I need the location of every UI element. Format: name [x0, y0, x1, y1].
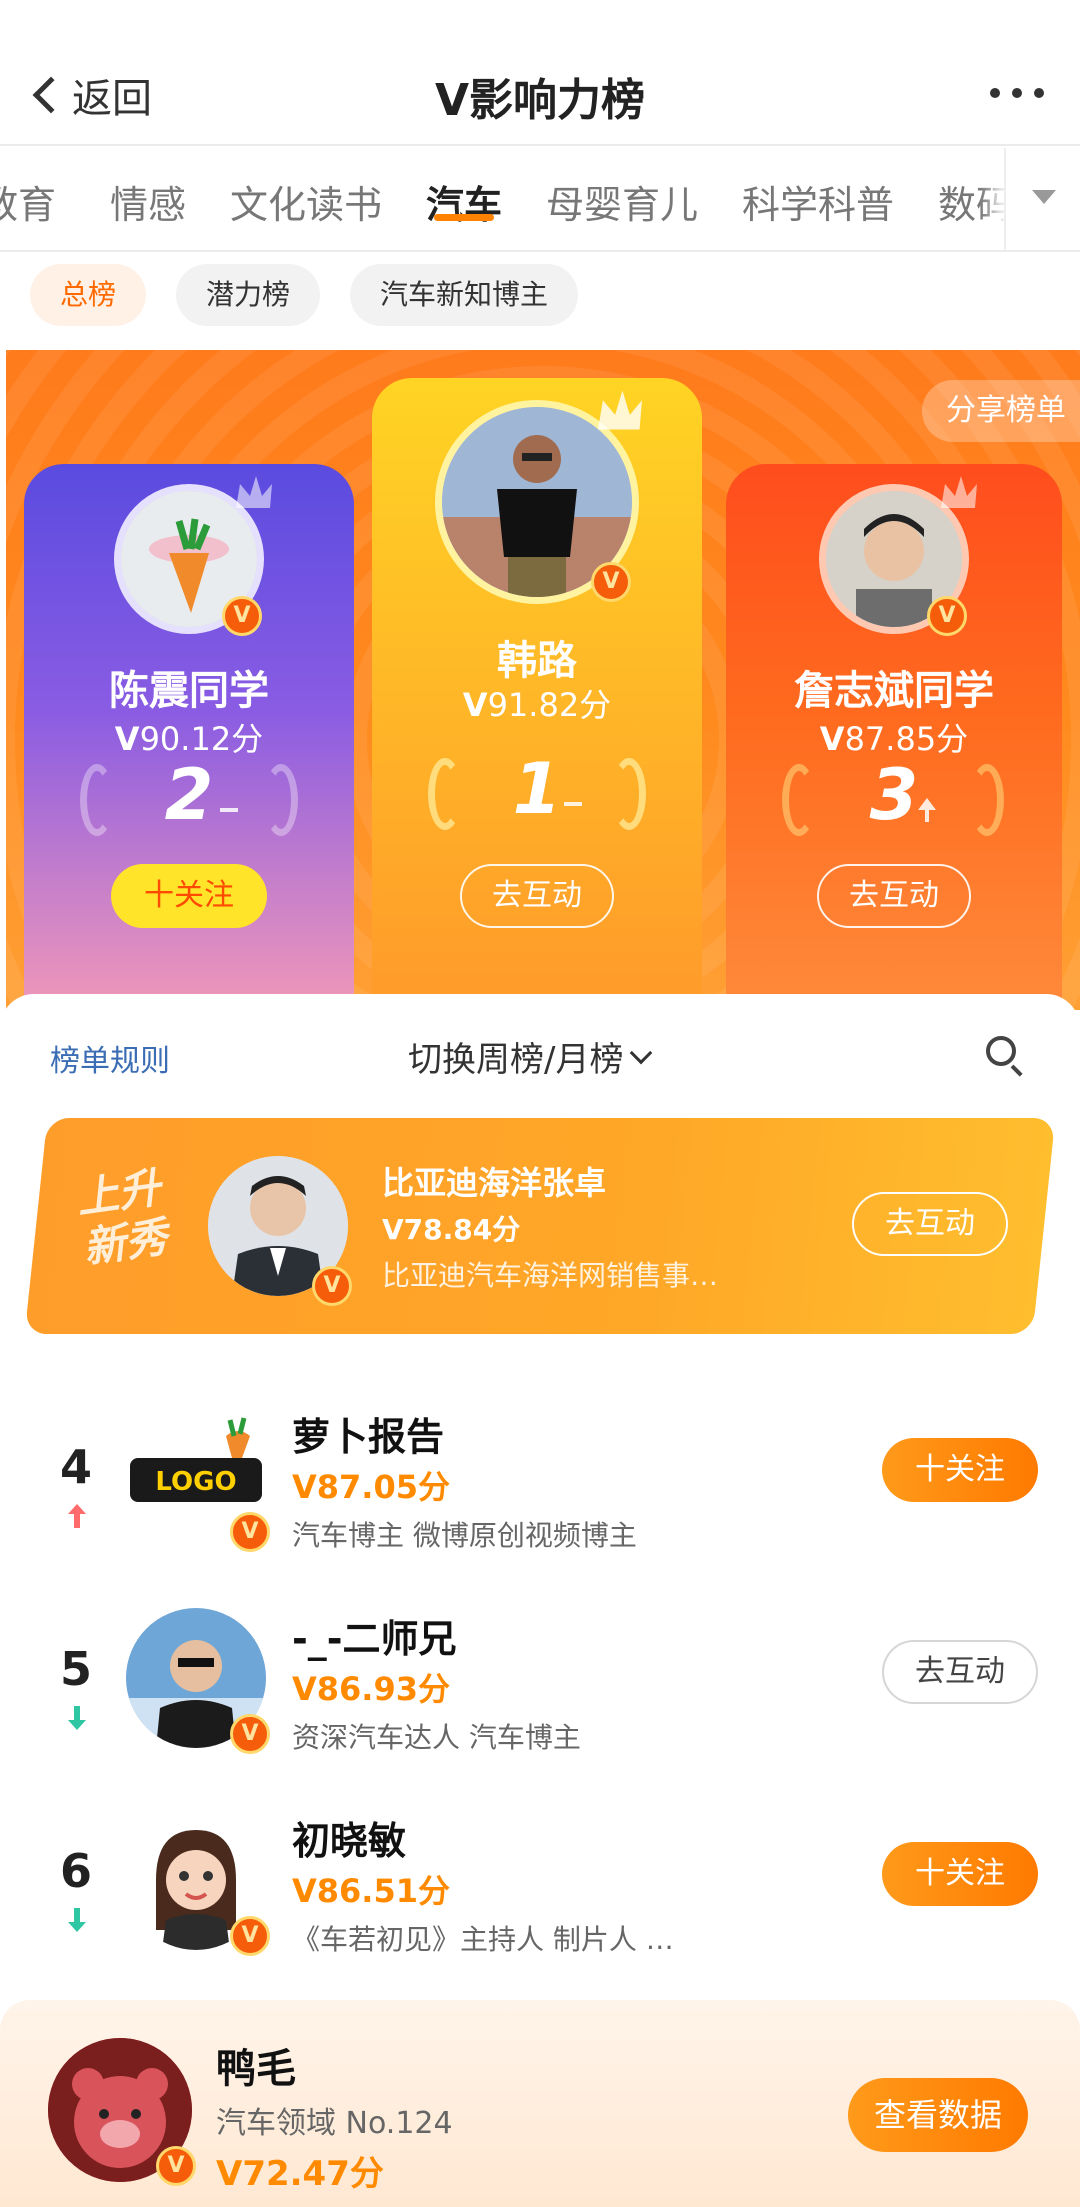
trend-up-icon — [66, 1502, 88, 1534]
verified-v-icon: V — [591, 562, 631, 602]
rising-star-banner[interactable]: 上升 新秀 V 比亚迪海洋张卓 V78.84分 比亚迪汽车海洋网销售事… 去互动 — [24, 1118, 1056, 1334]
podium-card-third[interactable]: V 詹志斌同学 V87.85分 3 去互动 — [726, 464, 1062, 1010]
more-options-icon[interactable] — [990, 88, 1044, 98]
nav-header: 返回 V影响力榜 — [0, 0, 1080, 146]
row-score: V87.05分 — [292, 1468, 450, 1506]
list-item[interactable]: 4 LOGO V 萝卜报告 V87.05分 汽车博主 微博原创视频博主 十关注 — [0, 1390, 1080, 1590]
svg-text:LOGO: LOGO — [155, 1467, 236, 1497]
my-rank: 汽车领域 No.124 — [216, 2106, 453, 2141]
interact-button[interactable]: 去互动 — [817, 864, 971, 928]
top-three-podium: 分享榜单 V 陈震同学 V 90.12分 2 十关注 V 韩路 V91.82分 1… — [6, 350, 1080, 1010]
verified-v-icon: V — [230, 1714, 270, 1754]
row-rank: 4 — [59, 1440, 92, 1494]
list-item[interactable]: 5 V -_-二师兄 V86.93分 资深汽车达人 汽车博主 去互动 — [0, 1592, 1080, 1792]
avatar[interactable]: V — [819, 476, 977, 636]
ranking-rules-link[interactable]: 榜单规则 — [50, 1036, 170, 1080]
my-ranking-bar: V 鸭毛 汽车领域 No.124 V72.47分 查看数据 — [0, 2000, 1080, 2207]
podium-score-value: 91.82分 — [487, 686, 612, 724]
search-icon[interactable] — [986, 1036, 1024, 1077]
tab-emotion[interactable]: 情感 — [110, 174, 186, 229]
follow-button[interactable]: 十关注 — [111, 864, 267, 928]
my-score: V72.47分 — [216, 2154, 384, 2194]
rising-name: 比亚迪海洋张卓 — [382, 1164, 607, 1202]
podium-rank: 2 — [164, 754, 214, 836]
podium-score-value: 87.85分 — [844, 720, 969, 758]
row-name: -_-二师兄 — [292, 1617, 457, 1661]
row-description: 资深汽车达人 汽车博主 — [292, 1721, 581, 1754]
row-score-value: 86.93分 — [316, 1670, 450, 1708]
tab-culture-reading[interactable]: 文化读书 — [230, 174, 382, 229]
list-item[interactable]: 6 V 初晓敏 V86.51分 《车若初见》主持人 制片人 … 十关注 — [0, 1794, 1080, 1994]
subtab-potential[interactable]: 潜力榜 — [176, 264, 321, 326]
active-tab-indicator — [434, 214, 494, 221]
tab-science[interactable]: 科学科普 — [742, 174, 894, 229]
rising-tag: 上升 新秀 — [73, 1163, 170, 1274]
row-name: 初晓敏 — [292, 1819, 407, 1863]
verified-v-icon: V — [230, 1916, 270, 1956]
verified-v-icon: V — [312, 1266, 352, 1306]
row-description: 《车若初见》主持人 制片人 … — [292, 1923, 674, 1956]
chevron-down-icon — [630, 1041, 653, 1064]
tab-digital[interactable]: 数码 — [938, 174, 1014, 229]
my-score-value: 72.47分 — [242, 2154, 384, 2194]
trend-flat-icon — [220, 808, 238, 812]
trend-down-icon — [66, 1704, 88, 1736]
row-name: 萝卜报告 — [292, 1415, 445, 1459]
trend-down-icon — [66, 1906, 88, 1938]
follow-button[interactable]: 十关注 — [882, 1842, 1038, 1906]
sub-tabs: 总榜 潜力榜 汽车新知博主 — [30, 264, 579, 326]
podium-card-first[interactable]: V 韩路 V91.82分 1 去互动 — [372, 378, 702, 1010]
interact-button[interactable]: 去互动 — [852, 1192, 1008, 1256]
tab-education[interactable]: 教育 — [0, 174, 56, 229]
rising-score-value: 78.84分 — [403, 1213, 521, 1246]
expand-tabs-button[interactable] — [1004, 148, 1080, 250]
row-score-value: 87.05分 — [316, 1468, 450, 1506]
category-tabs: 教育 情感 文化读书 汽车 母婴育儿 科学科普 数码 — [0, 148, 1080, 252]
podium-name: 陈震同学 — [109, 668, 269, 714]
switch-period-dropdown[interactable]: 切换周榜/月榜 — [408, 1032, 653, 1081]
rising-description: 比亚迪汽车海洋网销售事… — [382, 1259, 719, 1292]
tab-parenting[interactable]: 母婴育儿 — [546, 174, 698, 229]
row-score: V86.51分 — [292, 1872, 450, 1910]
interact-button[interactable]: 去互动 — [882, 1640, 1038, 1704]
avatar[interactable]: V — [435, 390, 642, 604]
my-name: 鸭毛 — [216, 2046, 296, 2092]
trend-flat-icon — [564, 802, 582, 806]
follow-button[interactable]: 十关注 — [882, 1438, 1038, 1502]
podium-rank: 3 — [869, 754, 919, 836]
rising-score: V78.84分 — [382, 1213, 521, 1246]
subtab-overall[interactable]: 总榜 — [30, 264, 147, 326]
switch-period-label: 切换周榜/月榜 — [408, 1040, 624, 1080]
row-rank: 6 — [59, 1844, 92, 1898]
interact-button[interactable]: 去互动 — [460, 864, 614, 928]
avatar[interactable]: V — [114, 476, 272, 636]
podium-rank: 1 — [512, 748, 562, 830]
verified-v-icon: V — [156, 2146, 196, 2186]
verified-v-icon: V — [927, 596, 967, 636]
ranking-page: 返回 V影响力榜 教育 情感 文化读书 汽车 母婴育儿 科学科普 数码 总榜 潜… — [0, 0, 1080, 2207]
podium-score-value: 90.12分 — [139, 720, 264, 758]
row-rank: 5 — [59, 1642, 92, 1696]
page-title: V影响力榜 — [434, 75, 646, 126]
podium-name: 詹志斌同学 — [794, 668, 994, 714]
row-description: 汽车博主 微博原创视频博主 — [292, 1519, 637, 1552]
podium-score: V91.82分 — [462, 686, 612, 724]
view-data-button[interactable]: 查看数据 — [848, 2078, 1028, 2152]
row-score-value: 86.51分 — [316, 1872, 450, 1910]
podium-card-second[interactable]: V 陈震同学 V90.12分 2 十关注 — [24, 464, 354, 1010]
share-ranking-button[interactable]: 分享榜单 — [922, 380, 1080, 442]
row-score: V86.93分 — [292, 1670, 450, 1708]
caret-down-icon — [1032, 190, 1056, 204]
verified-v-icon: V — [230, 1512, 270, 1552]
verified-v-icon: V — [222, 596, 262, 636]
subtab-new-auto-blogger[interactable]: 汽车新知博主 — [350, 264, 579, 326]
podium-name: 韩路 — [497, 638, 577, 684]
